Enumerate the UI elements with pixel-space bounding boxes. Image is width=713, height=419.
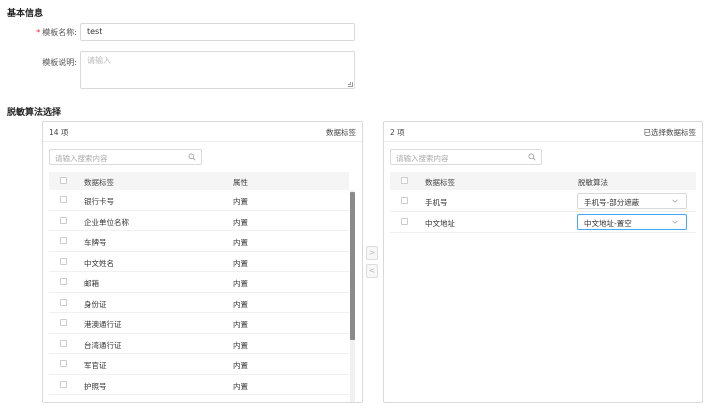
row-checkbox[interactable] <box>60 380 67 388</box>
resize-handle-icon[interactable] <box>348 82 353 87</box>
attr-cell: 内置 <box>233 361 248 370</box>
template-desc-label: 模板说明: <box>42 58 77 67</box>
tag-cell: 港澳通行证 <box>84 320 122 329</box>
algo-select-value: 手机号-部分遮蔽 <box>584 198 640 207</box>
row-checkbox[interactable] <box>60 257 67 265</box>
tag-cell: 护照号 <box>84 381 107 391</box>
row-checkbox[interactable] <box>401 218 408 225</box>
tag-cell: 银行卡号 <box>84 197 114 206</box>
row-checkbox[interactable] <box>60 298 67 306</box>
move-right-button[interactable]: > <box>366 246 378 260</box>
required-mark: * <box>36 28 41 37</box>
col-header-tag: 数据标签 <box>84 178 114 187</box>
table-row[interactable]: 企业单位名称 内置 <box>49 211 349 231</box>
row-checkbox[interactable] <box>60 360 67 367</box>
table-row[interactable]: 手机号 手机号-部分遮蔽 <box>390 191 696 212</box>
row-checkbox[interactable] <box>60 216 67 224</box>
tag-cell: 车牌号 <box>84 238 107 247</box>
table-row[interactable]: 车牌号 内置 <box>49 231 349 252</box>
attr-cell: 内置 <box>233 238 248 247</box>
select-all-checkbox[interactable] <box>401 177 408 184</box>
target-search-input[interactable]: 请输入搜索内容 <box>390 149 542 165</box>
target-panel-title: 已选择数据标签 <box>643 128 697 137</box>
algo-select[interactable]: 中文地址-置空 <box>577 214 687 230</box>
row-checkbox[interactable] <box>60 237 67 244</box>
tag-cell: 中文姓名 <box>84 258 114 268</box>
row-checkbox[interactable] <box>60 196 67 203</box>
select-all-checkbox[interactable] <box>60 177 67 184</box>
target-panel-header: 2 项 已选择数据标签 <box>384 122 702 140</box>
template-desc-textarea[interactable]: 请输入 <box>80 51 355 89</box>
table-row[interactable]: 邮箱 内置 <box>49 272 349 293</box>
divider <box>43 141 362 142</box>
col-header-tag: 数据标签 <box>425 178 455 187</box>
table-row[interactable]: 台湾通行证 内置 <box>49 334 349 354</box>
source-count: 14 项 <box>49 128 69 137</box>
attr-cell: 内置 <box>233 381 248 391</box>
attr-cell: 内置 <box>233 340 248 350</box>
source-search-input[interactable]: 请输入搜索内容 <box>49 149 202 165</box>
tag-cell: 邮箱 <box>84 279 99 288</box>
target-table-header: 数据标签 脱敏算法 <box>390 172 696 190</box>
source-scrollbar-thumb[interactable] <box>350 192 355 340</box>
source-search-placeholder: 请输入搜索内容 <box>55 154 108 163</box>
table-row[interactable]: 中文地址 中文地址-置空 <box>390 212 696 233</box>
template-name-label: * 模板名称: <box>7 27 77 38</box>
table-row[interactable]: 护照号 内置 <box>49 375 349 395</box>
target-search-placeholder: 请输入搜索内容 <box>396 154 449 163</box>
attr-cell: 内置 <box>233 320 248 329</box>
move-left-button[interactable]: < <box>366 264 378 278</box>
attr-cell: 内置 <box>233 217 248 227</box>
row-checkbox[interactable] <box>60 339 67 347</box>
attr-cell: 内置 <box>233 279 248 288</box>
chevron-down-icon <box>672 199 678 203</box>
table-row[interactable]: 军官证 内置 <box>49 354 349 375</box>
table-row[interactable]: 银行卡号 内置 <box>49 190 349 211</box>
algo-section-title: 脱敏算法选择 <box>7 108 62 118</box>
chevron-down-icon <box>672 220 678 224</box>
source-panel-header: 14 项 数据标签 <box>43 122 362 140</box>
attr-cell: 内置 <box>233 258 248 268</box>
target-panel: 2 项 已选择数据标签 请输入搜索内容 数据标签 脱敏算法 手机号 手机号-部分遮… <box>383 121 703 403</box>
tag-cell: 军官证 <box>84 361 107 370</box>
source-table-header: 数据标签 属性 <box>49 172 349 190</box>
table-row[interactable]: 身份证 内置 <box>49 293 349 313</box>
attr-cell: 内置 <box>233 299 248 309</box>
template-name-label-text: 模板名称: <box>42 28 77 37</box>
col-header-attr: 属性 <box>233 178 248 187</box>
search-icon[interactable] <box>188 153 196 161</box>
tag-cell: 台湾通行证 <box>84 340 122 350</box>
algo-select-value: 中文地址-置空 <box>584 219 632 228</box>
tag-cell: 中文地址 <box>425 219 455 228</box>
basic-info-title: 基本信息 <box>7 9 44 19</box>
algo-select[interactable]: 手机号-部分遮蔽 <box>577 193 687 209</box>
col-header-algo: 脱敏算法 <box>578 178 608 187</box>
template-desc-placeholder: 请输入 <box>87 56 111 65</box>
search-icon[interactable] <box>528 153 536 161</box>
template-name-input[interactable]: test <box>80 23 355 41</box>
divider <box>384 141 702 142</box>
attr-cell: 内置 <box>233 197 248 206</box>
target-count: 2 项 <box>390 128 405 137</box>
tag-cell: 手机号 <box>425 198 448 207</box>
row-checkbox[interactable] <box>60 278 67 285</box>
row-checkbox[interactable] <box>401 197 408 204</box>
source-panel-title: 数据标签 <box>326 128 356 137</box>
source-panel: 14 项 数据标签 请输入搜索内容 数据标签 属性 银行卡号 内置 企业单位名称 内置… <box>42 121 363 403</box>
tag-cell: 企业单位名称 <box>84 217 129 227</box>
tag-cell: 身份证 <box>84 299 107 309</box>
table-row[interactable]: 港澳通行证 内置 <box>49 313 349 334</box>
table-row[interactable]: 中文姓名 内置 <box>49 252 349 272</box>
row-checkbox[interactable] <box>60 319 67 326</box>
